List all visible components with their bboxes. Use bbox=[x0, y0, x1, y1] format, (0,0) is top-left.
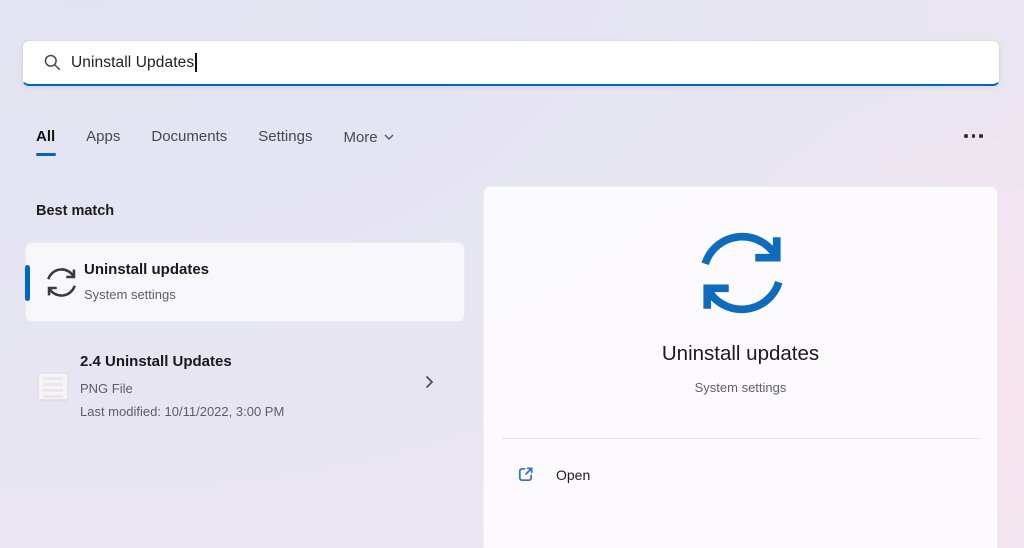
sync-icon bbox=[45, 266, 78, 299]
tab-apps[interactable]: Apps bbox=[86, 128, 120, 149]
best-match-result[interactable]: Uninstall updates System settings bbox=[25, 242, 465, 322]
result-title: Uninstall updates bbox=[84, 261, 209, 278]
text-caret bbox=[195, 53, 197, 72]
preview-subtitle: System settings bbox=[484, 380, 997, 395]
tab-documents[interactable]: Documents bbox=[151, 128, 227, 149]
result-subtitle: System settings bbox=[84, 287, 176, 302]
active-tab-indicator bbox=[36, 153, 56, 156]
file-result[interactable]: 2.4 Uninstall Updates PNG File Last modi… bbox=[25, 345, 465, 425]
open-external-icon bbox=[516, 465, 535, 484]
chevron-right-icon[interactable] bbox=[425, 375, 434, 389]
divider bbox=[502, 438, 981, 439]
tab-settings[interactable]: Settings bbox=[258, 128, 312, 149]
png-thumbnail bbox=[38, 373, 68, 400]
result-type: PNG File bbox=[80, 381, 133, 396]
search-input-value[interactable]: Uninstall Updates bbox=[71, 54, 194, 72]
tab-label: Apps bbox=[86, 128, 120, 145]
selection-accent-bar bbox=[25, 265, 30, 301]
preview-panel: Uninstall updates System settings Open bbox=[483, 186, 998, 548]
search-filter-tabs: All Apps Documents Settings More bbox=[36, 127, 394, 150]
search-icon bbox=[43, 53, 62, 72]
best-match-heading: Best match bbox=[36, 203, 114, 219]
more-options-icon[interactable] bbox=[964, 131, 983, 141]
tab-label: Documents bbox=[151, 128, 227, 145]
open-label: Open bbox=[556, 467, 590, 483]
tab-label: More bbox=[343, 129, 377, 146]
tab-label: All bbox=[36, 128, 55, 145]
tab-more[interactable]: More bbox=[343, 127, 393, 150]
tab-label: Settings bbox=[258, 128, 312, 145]
sync-icon-large bbox=[696, 227, 788, 319]
chevron-down-icon bbox=[384, 127, 394, 144]
search-bar[interactable]: Uninstall Updates bbox=[22, 40, 1000, 86]
open-action[interactable]: Open bbox=[516, 465, 590, 484]
result-title: 2.4 Uninstall Updates bbox=[80, 353, 232, 370]
result-modified: Last modified: 10/11/2022, 3:00 PM bbox=[80, 404, 284, 419]
preview-title: Uninstall updates bbox=[484, 342, 997, 366]
tab-all[interactable]: All bbox=[36, 128, 55, 149]
